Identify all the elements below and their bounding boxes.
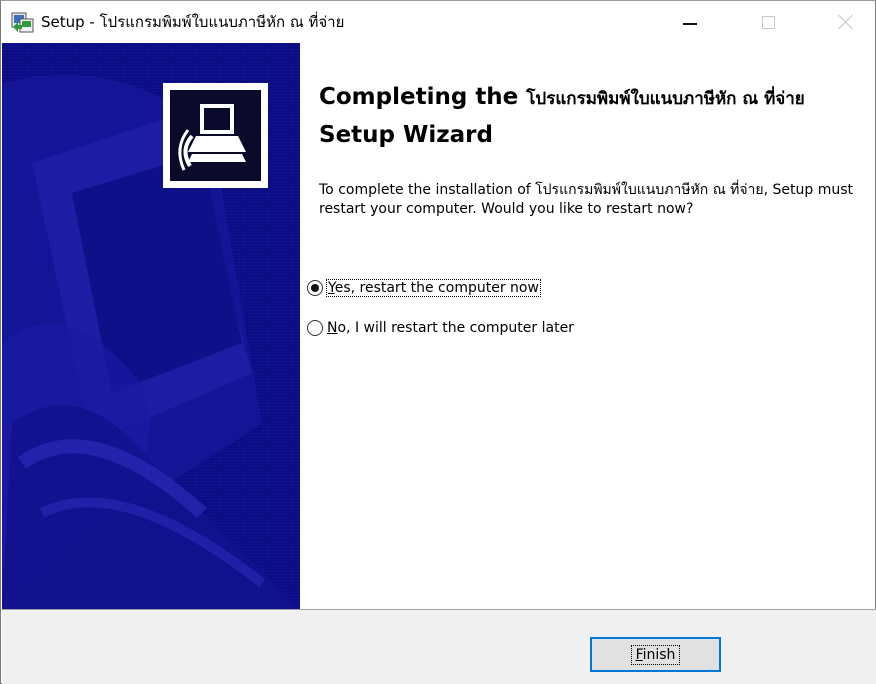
restart-later-option[interactable]: No, I will restart the computer later	[307, 317, 574, 339]
restart-now-radio[interactable]	[307, 280, 323, 296]
close-icon	[838, 14, 854, 30]
restart-now-label[interactable]: Yes, restart the computer now	[326, 279, 541, 297]
maximize-button[interactable]	[739, 1, 797, 43]
finish-button-label: Finish	[630, 644, 681, 665]
restart-later-radio[interactable]	[307, 320, 323, 336]
page-title-suffix: Setup Wizard	[319, 122, 493, 148]
restart-description: To complete the installation of โปรแกรมพ…	[319, 182, 854, 217]
minimize-icon	[683, 23, 697, 25]
setup-installer-icon[interactable]	[11, 10, 35, 34]
page-title-product: โปรแกรมพิมพ์ใบแนบภาษีหัก ณ ที่จ่าย	[526, 89, 805, 109]
wizard-emblem	[163, 83, 268, 188]
minimize-button[interactable]	[661, 1, 719, 43]
setup-window: Setup - โปรแกรมพิมพ์ใบแนบภาษีหัก ณ ที่จ่…	[0, 0, 876, 684]
title-bar[interactable]: Setup - โปรแกรมพิมพ์ใบแนบภาษีหัก ณ ที่จ่…	[1, 1, 875, 43]
window-title: Setup - โปรแกรมพิมพ์ใบแนบภาษีหัก ณ ที่จ่…	[41, 13, 345, 31]
wizard-content: Completing the โปรแกรมพิมพ์ใบแนบภาษีหัก …	[301, 43, 875, 609]
computer-install-icon	[170, 90, 261, 181]
wizard-sidebar-image	[2, 43, 300, 609]
restart-now-option[interactable]: Yes, restart the computer now	[307, 277, 541, 299]
page-title-prefix: Completing the	[319, 84, 527, 110]
restart-later-label[interactable]: No, I will restart the computer later	[327, 320, 574, 336]
maximize-icon	[761, 15, 775, 29]
wizard-footer: Finish	[2, 610, 876, 684]
page-title: Completing the โปรแกรมพิมพ์ใบแนบภาษีหัก …	[319, 79, 864, 153]
close-button[interactable]	[817, 1, 875, 43]
finish-button[interactable]: Finish	[590, 637, 721, 672]
